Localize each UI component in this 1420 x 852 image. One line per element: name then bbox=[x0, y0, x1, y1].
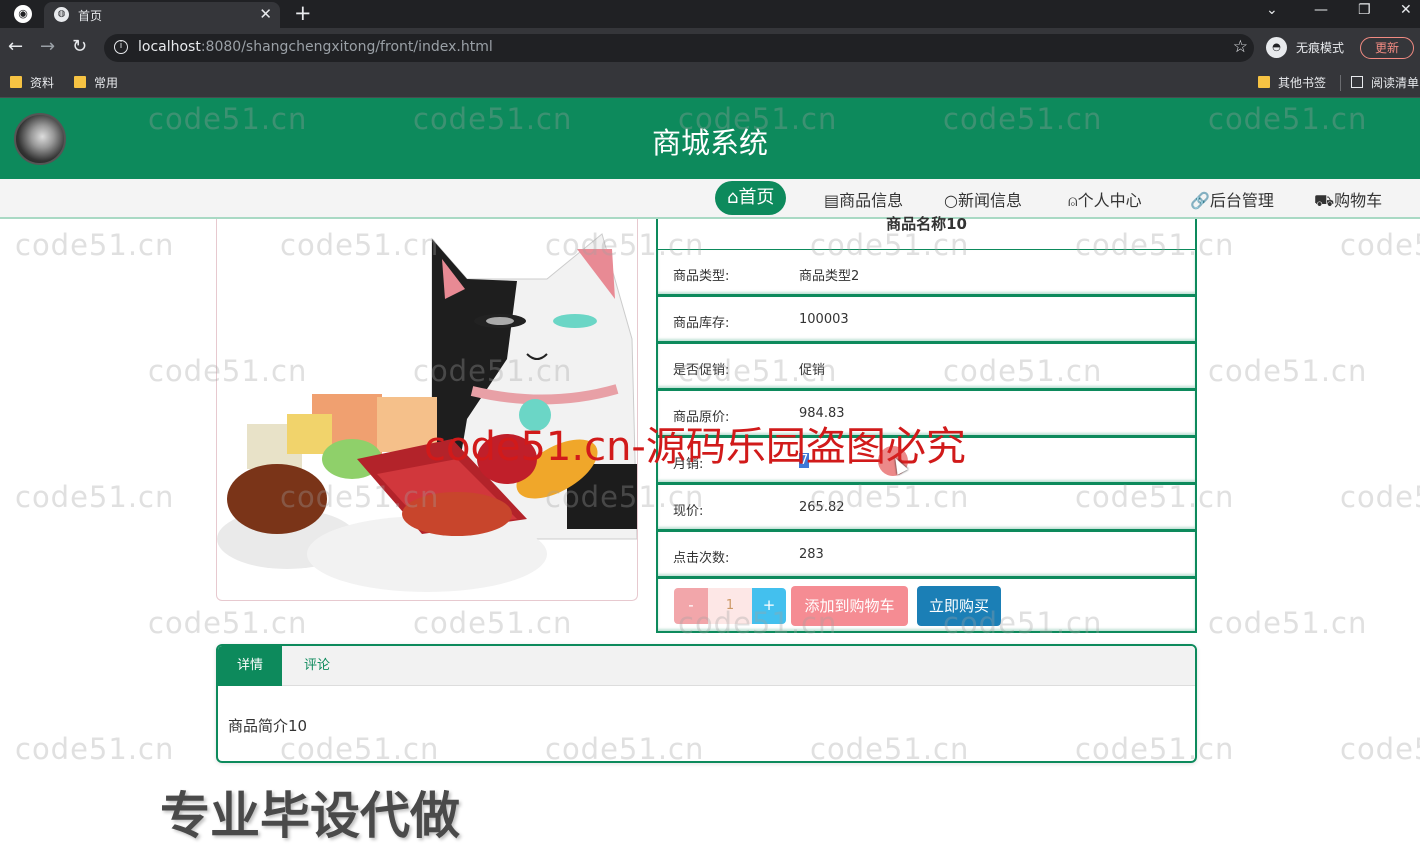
minimize-icon[interactable]: — bbox=[1314, 2, 1328, 18]
nav-news[interactable]: ○新闻信息 bbox=[944, 187, 1022, 211]
incognito-icon: ◓ bbox=[1266, 37, 1287, 58]
tabs-header: 详情 评论 bbox=[218, 646, 1195, 686]
watermark: code51.cn bbox=[15, 228, 175, 262]
nav-user-center[interactable]: ⍝个人中心 bbox=[1068, 187, 1142, 211]
tab-search-icon[interactable]: ⌄ bbox=[1266, 2, 1278, 18]
field-row-current-price: 现价: 265.82 bbox=[656, 484, 1197, 531]
quantity-increase-button[interactable]: + bbox=[752, 588, 786, 624]
url-text: localhost:8080/shangchengxitong/front/in… bbox=[138, 39, 493, 55]
site-header: 商城系统 bbox=[0, 98, 1420, 179]
field-label: 是否促销: bbox=[673, 363, 730, 378]
watermark: code51.cn bbox=[1340, 732, 1420, 766]
browser-tab[interactable]: ◍ 首页 ✕ bbox=[44, 2, 280, 28]
bookmark-folder-ziliao[interactable]: 资料 bbox=[10, 74, 54, 91]
site-title: 商城系统 bbox=[651, 126, 768, 160]
product-illustration bbox=[217, 233, 637, 592]
product-image bbox=[216, 219, 638, 601]
new-tab-icon[interactable]: + bbox=[294, 1, 312, 25]
url-input[interactable]: i localhost:8080/shangchengxitong/front/… bbox=[104, 34, 1254, 62]
field-label: 商品库存: bbox=[673, 316, 730, 331]
bookmark-star-icon[interactable]: ☆ bbox=[1233, 37, 1248, 57]
bookmarks-bar: 资料 常用 其他书签 阅读清单 bbox=[0, 68, 1420, 98]
home-icon: ⌂ bbox=[727, 187, 739, 208]
watermark: code51.cn bbox=[413, 606, 573, 640]
globe-icon: ◍ bbox=[54, 7, 69, 22]
forward-icon[interactable]: → bbox=[40, 36, 55, 57]
incognito-label: 无痕模式 bbox=[1296, 41, 1345, 55]
tab-detail[interactable]: 详情 bbox=[218, 646, 282, 686]
restore-icon[interactable]: ❐ bbox=[1358, 2, 1371, 18]
watermark: code51.cn bbox=[15, 732, 175, 766]
tab-close-icon[interactable]: ✕ bbox=[259, 5, 272, 23]
buy-now-button[interactable]: 立即购买 bbox=[917, 586, 1001, 626]
watermark: code51.cn bbox=[1340, 480, 1420, 514]
product-name: 商品名称10 bbox=[656, 215, 1197, 249]
folder-icon bbox=[74, 76, 86, 88]
folder-icon bbox=[10, 76, 22, 88]
main-nav: ⌂首页 ▤商品信息 ○新闻信息 ⍝个人中心 🔗后台管理 ⛟购物车 bbox=[0, 179, 1420, 219]
link-icon: 🔗 bbox=[1190, 191, 1210, 210]
field-label: 点击次数: bbox=[673, 551, 730, 566]
field-value: 促销 bbox=[799, 363, 826, 378]
cart-icon: ⛟ bbox=[1314, 191, 1335, 210]
product-icon: ▤ bbox=[824, 191, 840, 210]
browser-logo-icon: ◉ bbox=[14, 5, 32, 23]
field-value: 265.82 bbox=[799, 500, 845, 515]
reload-icon[interactable]: ↻ bbox=[72, 36, 87, 57]
quantity-decrease-button[interactable]: - bbox=[674, 588, 708, 624]
field-row-clicks: 点击次数: 283 bbox=[656, 531, 1197, 578]
watermark: code51.cn bbox=[1340, 228, 1420, 262]
watermark: code51.cn bbox=[148, 606, 308, 640]
update-button[interactable]: 更新 bbox=[1360, 37, 1414, 59]
field-row-promo: 是否促销: 促销 bbox=[656, 343, 1197, 390]
quantity-input[interactable]: 1 bbox=[708, 588, 752, 624]
field-label: 商品类型: bbox=[673, 269, 730, 284]
bookmarks-divider bbox=[1340, 75, 1341, 91]
field-row-type: 商品类型: 商品类型2 bbox=[656, 249, 1197, 296]
nav-home[interactable]: ⌂首页 bbox=[715, 181, 787, 215]
browser-tab-strip: ◉ ◍ 首页 ✕ + ⌄ — ❐ ✕ bbox=[0, 0, 1420, 28]
tab-comments[interactable]: 评论 bbox=[282, 646, 352, 686]
purchase-row: - 1 + 添加到购物车 立即购买 bbox=[656, 578, 1197, 633]
reading-list[interactable]: 阅读清单 bbox=[1351, 74, 1419, 91]
field-label: 现价: bbox=[673, 504, 704, 519]
folder-icon bbox=[1258, 76, 1270, 88]
tab-title: 首页 bbox=[78, 9, 103, 23]
nav-cart[interactable]: ⛟购物车 bbox=[1314, 187, 1382, 212]
news-icon: ○ bbox=[944, 191, 958, 210]
watermark: code51.cn bbox=[15, 480, 175, 514]
watermark: code51.cn bbox=[1208, 354, 1368, 388]
watermark: code51.cn bbox=[1208, 606, 1368, 640]
product-description: 商品简介10 bbox=[228, 717, 308, 735]
other-bookmarks[interactable]: 其他书签 bbox=[1258, 74, 1326, 91]
bookmark-folder-changyong[interactable]: 常用 bbox=[74, 74, 118, 91]
field-value: 商品类型2 bbox=[799, 269, 860, 284]
field-value: 100003 bbox=[799, 312, 849, 327]
promo-text: 专业毕设代做 bbox=[160, 787, 460, 845]
add-to-cart-button[interactable]: 添加到购物车 bbox=[791, 586, 908, 626]
close-window-icon[interactable]: ✕ bbox=[1400, 2, 1412, 18]
field-row-stock: 商品库存: 100003 bbox=[656, 296, 1197, 343]
detail-tabs-panel: 详情 评论 商品简介10 bbox=[216, 644, 1197, 763]
reading-list-icon bbox=[1351, 76, 1363, 88]
nav-products[interactable]: ▤商品信息 bbox=[824, 187, 903, 211]
info-icon[interactable]: i bbox=[114, 40, 128, 54]
nav-admin[interactable]: 🔗后台管理 bbox=[1190, 187, 1274, 211]
address-bar: ← → ↻ i localhost:8080/shangchengxitong/… bbox=[0, 28, 1420, 68]
user-icon: ⍝ bbox=[1068, 191, 1078, 210]
back-icon[interactable]: ← bbox=[8, 36, 23, 57]
field-value: 283 bbox=[799, 547, 824, 562]
